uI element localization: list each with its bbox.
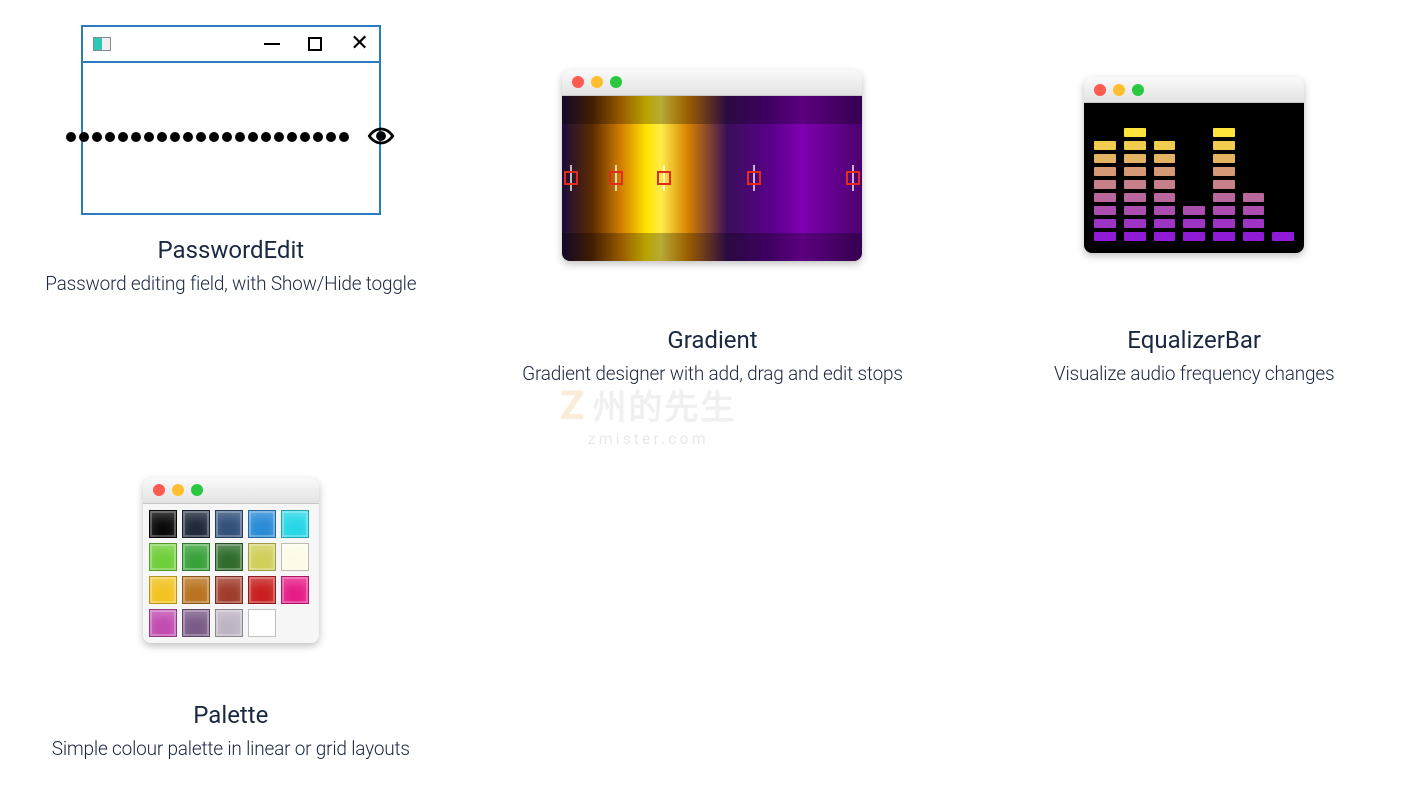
palette-swatch (248, 576, 276, 604)
palette-swatch (215, 609, 243, 637)
card-title: PasswordEdit (158, 236, 305, 264)
palette-swatch (215, 576, 243, 604)
gradient-canvas (562, 96, 862, 261)
palette-swatch (149, 576, 177, 604)
equalizer-column (1183, 206, 1205, 241)
card-gradient[interactable]: Gradient Gradient designer with add, dra… (502, 10, 924, 385)
mac-window (562, 70, 862, 261)
palette-swatch (182, 543, 210, 571)
thumb-passwordedit: ✕ (81, 10, 381, 230)
equalizer-column (1272, 232, 1294, 241)
gradient-stop-handle (846, 171, 860, 185)
palette-swatch (248, 543, 276, 571)
gradient-stop-handle (657, 171, 671, 185)
equalizer-column (1094, 141, 1116, 241)
equalizer-canvas (1084, 103, 1304, 253)
card-description: Simple colour palette in linear or grid … (52, 737, 410, 760)
palette-body (143, 504, 319, 643)
traffic-light-close-icon (153, 484, 165, 496)
password-field-body (83, 63, 379, 213)
traffic-light-minimize-icon (172, 484, 184, 496)
traffic-light-close-icon (1094, 84, 1106, 96)
card-title: EqualizerBar (1127, 326, 1261, 354)
close-icon: ✕ (350, 33, 368, 55)
card-title: Palette (193, 701, 268, 729)
equalizer-column (1124, 128, 1146, 241)
gradient-stop-handle (747, 171, 761, 185)
palette-swatch (149, 609, 177, 637)
palette-swatch (281, 543, 309, 571)
equalizer-column (1154, 141, 1176, 241)
traffic-light-zoom-icon (610, 76, 622, 88)
card-description: Password editing field, with Show/Hide t… (45, 272, 416, 295)
thumb-equalizer (1084, 10, 1304, 320)
card-description: Gradient designer with add, drag and edi… (522, 362, 903, 385)
mac-titlebar (143, 478, 319, 504)
mac-window (143, 478, 319, 643)
palette-swatch (182, 576, 210, 604)
palette-swatch (182, 609, 210, 637)
card-equalizerbar[interactable]: EqualizerBar Visualize audio frequency c… (983, 10, 1405, 385)
eye-icon (367, 122, 395, 154)
minimize-icon (264, 43, 280, 45)
maximize-icon (308, 37, 322, 51)
traffic-light-minimize-icon (591, 76, 603, 88)
card-palette[interactable]: Palette Simple colour palette in linear … (20, 425, 442, 760)
card-description: Visualize audio frequency changes (1054, 362, 1334, 385)
palette-swatch (182, 510, 210, 538)
palette-swatch (149, 543, 177, 571)
gradient-stop-handle (564, 171, 578, 185)
card-title: Gradient (667, 326, 757, 354)
thumb-palette (143, 425, 319, 695)
palette-swatch (215, 510, 243, 538)
app-icon (93, 37, 111, 51)
gradient-stop-handle (609, 171, 623, 185)
windows-window: ✕ (81, 25, 381, 215)
traffic-light-zoom-icon (1132, 84, 1144, 96)
palette-swatch (248, 510, 276, 538)
traffic-light-zoom-icon (191, 484, 203, 496)
thumb-gradient (562, 10, 862, 320)
equalizer-column (1243, 193, 1265, 241)
mac-titlebar (562, 70, 862, 96)
palette-swatch (215, 543, 243, 571)
mac-window (1084, 77, 1304, 253)
windows-titlebar: ✕ (83, 27, 379, 63)
palette-swatch (149, 510, 177, 538)
palette-swatch (281, 576, 309, 604)
palette-swatch (281, 510, 309, 538)
card-passwordedit[interactable]: ✕ PasswordEdit Password editing field, w… (20, 10, 442, 385)
password-dots (66, 132, 349, 144)
equalizer-column (1213, 128, 1235, 241)
palette-swatch (248, 609, 276, 637)
palette-grid (149, 510, 313, 637)
mac-titlebar (1084, 77, 1304, 103)
traffic-light-close-icon (572, 76, 584, 88)
traffic-light-minimize-icon (1113, 84, 1125, 96)
